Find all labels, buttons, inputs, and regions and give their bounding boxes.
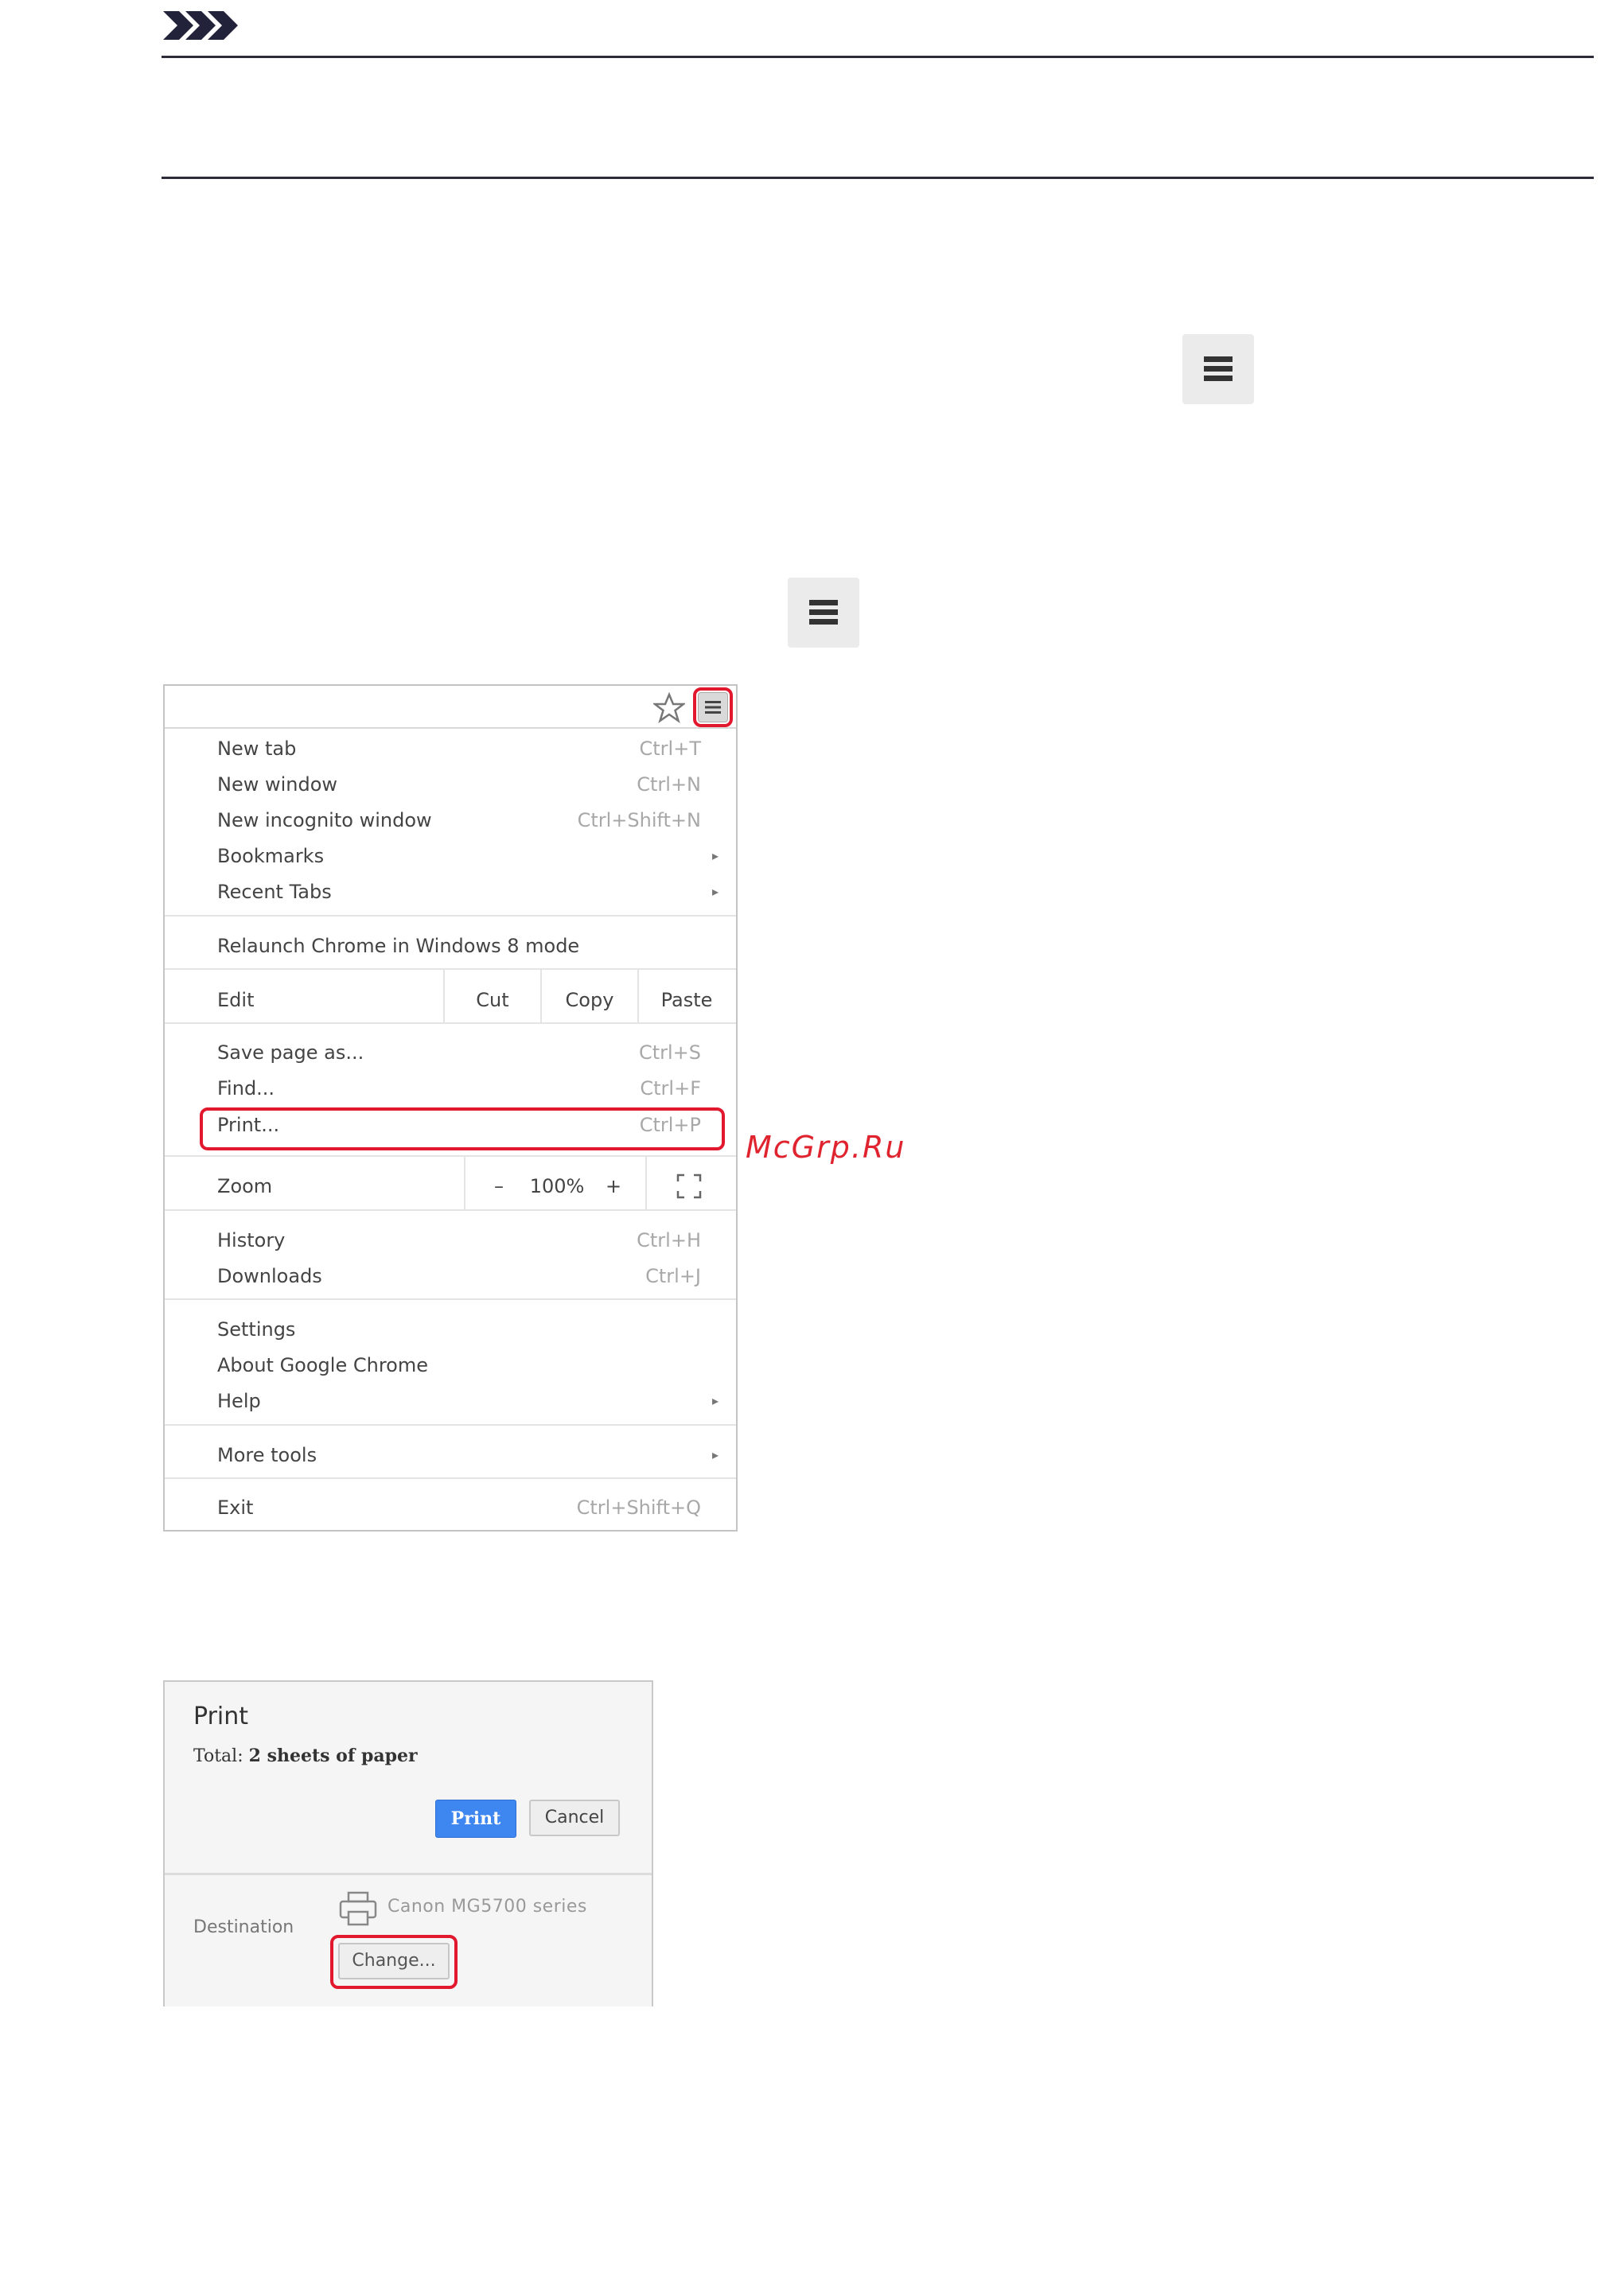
copy-button[interactable]: Copy [542, 987, 637, 1014]
hamburger-menu-icon [1182, 334, 1254, 404]
menu-item-label: History [217, 1229, 286, 1251]
menu-item-shortcut: Ctrl+S [638, 1041, 701, 1064]
menu-item-shortcut: Ctrl+H [637, 1229, 701, 1251]
note-chevrons-icon [162, 10, 241, 41]
total-label: Total: [193, 1746, 243, 1766]
menu-item-more-tools[interactable]: More tools ▸ [217, 1442, 719, 1469]
note-top-rule [162, 56, 1594, 58]
menu-item-history[interactable]: History Ctrl+H [217, 1227, 701, 1254]
menu-item-label: Recent Tabs [217, 881, 332, 903]
menu-divider [464, 1157, 465, 1209]
menu-item-label: Find... [217, 1077, 275, 1100]
submenu-arrow-icon: ▸ [711, 884, 719, 899]
cancel-button[interactable]: Cancel [529, 1800, 620, 1836]
dialog-divider [165, 1873, 652, 1875]
menu-item-shortcut: Ctrl+F [640, 1077, 701, 1100]
menu-item-shortcut: Ctrl+N [637, 773, 701, 796]
menu-divider [645, 1157, 647, 1209]
menu-item-exit[interactable]: Exit Ctrl+Shift+Q [217, 1494, 701, 1521]
menu-divider [165, 1209, 736, 1211]
menu-item-relaunch[interactable]: Relaunch Chrome in Windows 8 mode [217, 932, 701, 959]
menu-item-downloads[interactable]: Downloads Ctrl+J [217, 1263, 701, 1290]
menu-divider [165, 1424, 736, 1426]
print-item-highlight [200, 1107, 725, 1150]
zoom-in-button[interactable]: + [598, 1173, 629, 1200]
menu-button-highlight[interactable] [693, 687, 733, 727]
submenu-arrow-icon: ▸ [711, 1447, 719, 1462]
menu-item-label: Save page as... [217, 1041, 364, 1064]
menu-item-save-page[interactable]: Save page as... Ctrl+S [217, 1039, 701, 1066]
menu-item-label: Downloads [217, 1265, 322, 1287]
bookmark-star-icon[interactable] [652, 691, 687, 724]
menu-item-bookmarks[interactable]: Bookmarks ▸ [217, 843, 719, 870]
menu-divider [165, 1298, 736, 1300]
menu-item-label: Settings [217, 1318, 296, 1341]
browser-toolbar [165, 686, 736, 729]
watermark: McGrp.Ru [746, 1130, 906, 1165]
menu-item-find[interactable]: Find... Ctrl+F [217, 1075, 701, 1102]
menu-item-label: New tab [217, 738, 297, 760]
edit-label: Edit [217, 989, 255, 1011]
print-dialog-screenshot: Print Total: 2 sheets of paper Print Can… [163, 1680, 653, 2006]
menu-divider [165, 1022, 736, 1024]
menu-item-new-tab[interactable]: New tab Ctrl+T [217, 735, 701, 762]
zoom-label: Zoom [217, 1175, 273, 1197]
menu-divider [165, 1477, 736, 1479]
submenu-arrow-icon: ▸ [711, 848, 719, 863]
menu-divider [165, 915, 736, 917]
printer-icon [338, 1890, 378, 1927]
menu-item-shortcut: Ctrl+Shift+Q [576, 1497, 701, 1519]
menu-item-label: New incognito window [217, 809, 432, 831]
menu-item-shortcut: Ctrl+T [639, 738, 701, 760]
total-value: 2 sheets of paper [248, 1746, 418, 1766]
zoom-level: 100% [529, 1175, 585, 1197]
paste-button[interactable]: Paste [639, 987, 734, 1014]
menu-item-label: More tools [217, 1444, 317, 1466]
menu-item-settings[interactable]: Settings [217, 1316, 701, 1343]
menu-item-label: New window [217, 773, 338, 796]
destination-label: Destination [193, 1917, 294, 1937]
menu-divider [165, 968, 736, 970]
printer-name: Canon MG5700 series [388, 1897, 587, 1917]
print-button[interactable]: Print [435, 1800, 516, 1838]
zoom-out-button[interactable]: – [483, 1173, 515, 1200]
menu-item-about[interactable]: About Google Chrome [217, 1352, 701, 1379]
menu-item-shortcut: Ctrl+J [645, 1265, 701, 1287]
print-total: Total: 2 sheets of paper [193, 1746, 418, 1766]
chrome-menu-screenshot: New tab Ctrl+T New window Ctrl+N New inc… [163, 684, 738, 1532]
note-bottom-rule [162, 177, 1594, 179]
menu-divider [165, 1155, 736, 1157]
print-dialog-title: Print [193, 1703, 249, 1730]
cut-button[interactable]: Cut [445, 987, 540, 1014]
menu-item-help[interactable]: Help ▸ [217, 1388, 719, 1415]
menu-item-label: Help [217, 1390, 261, 1412]
menu-item-label: Relaunch Chrome in Windows 8 mode [217, 935, 580, 957]
fullscreen-icon[interactable] [676, 1173, 703, 1200]
hamburger-menu-icon[interactable] [698, 692, 728, 722]
menu-item-new-window[interactable]: New window Ctrl+N [217, 771, 701, 798]
menu-item-label: Bookmarks [217, 845, 325, 867]
menu-item-label: Exit [217, 1497, 254, 1519]
submenu-arrow-icon: ▸ [711, 1393, 719, 1408]
menu-item-new-incognito[interactable]: New incognito window Ctrl+Shift+N [217, 807, 701, 834]
menu-item-label: About Google Chrome [217, 1354, 428, 1376]
menu-item-recent-tabs[interactable]: Recent Tabs ▸ [217, 878, 719, 905]
hamburger-menu-icon [788, 578, 859, 648]
change-button[interactable]: Change... [338, 1943, 450, 1979]
menu-item-shortcut: Ctrl+Shift+N [577, 809, 701, 831]
